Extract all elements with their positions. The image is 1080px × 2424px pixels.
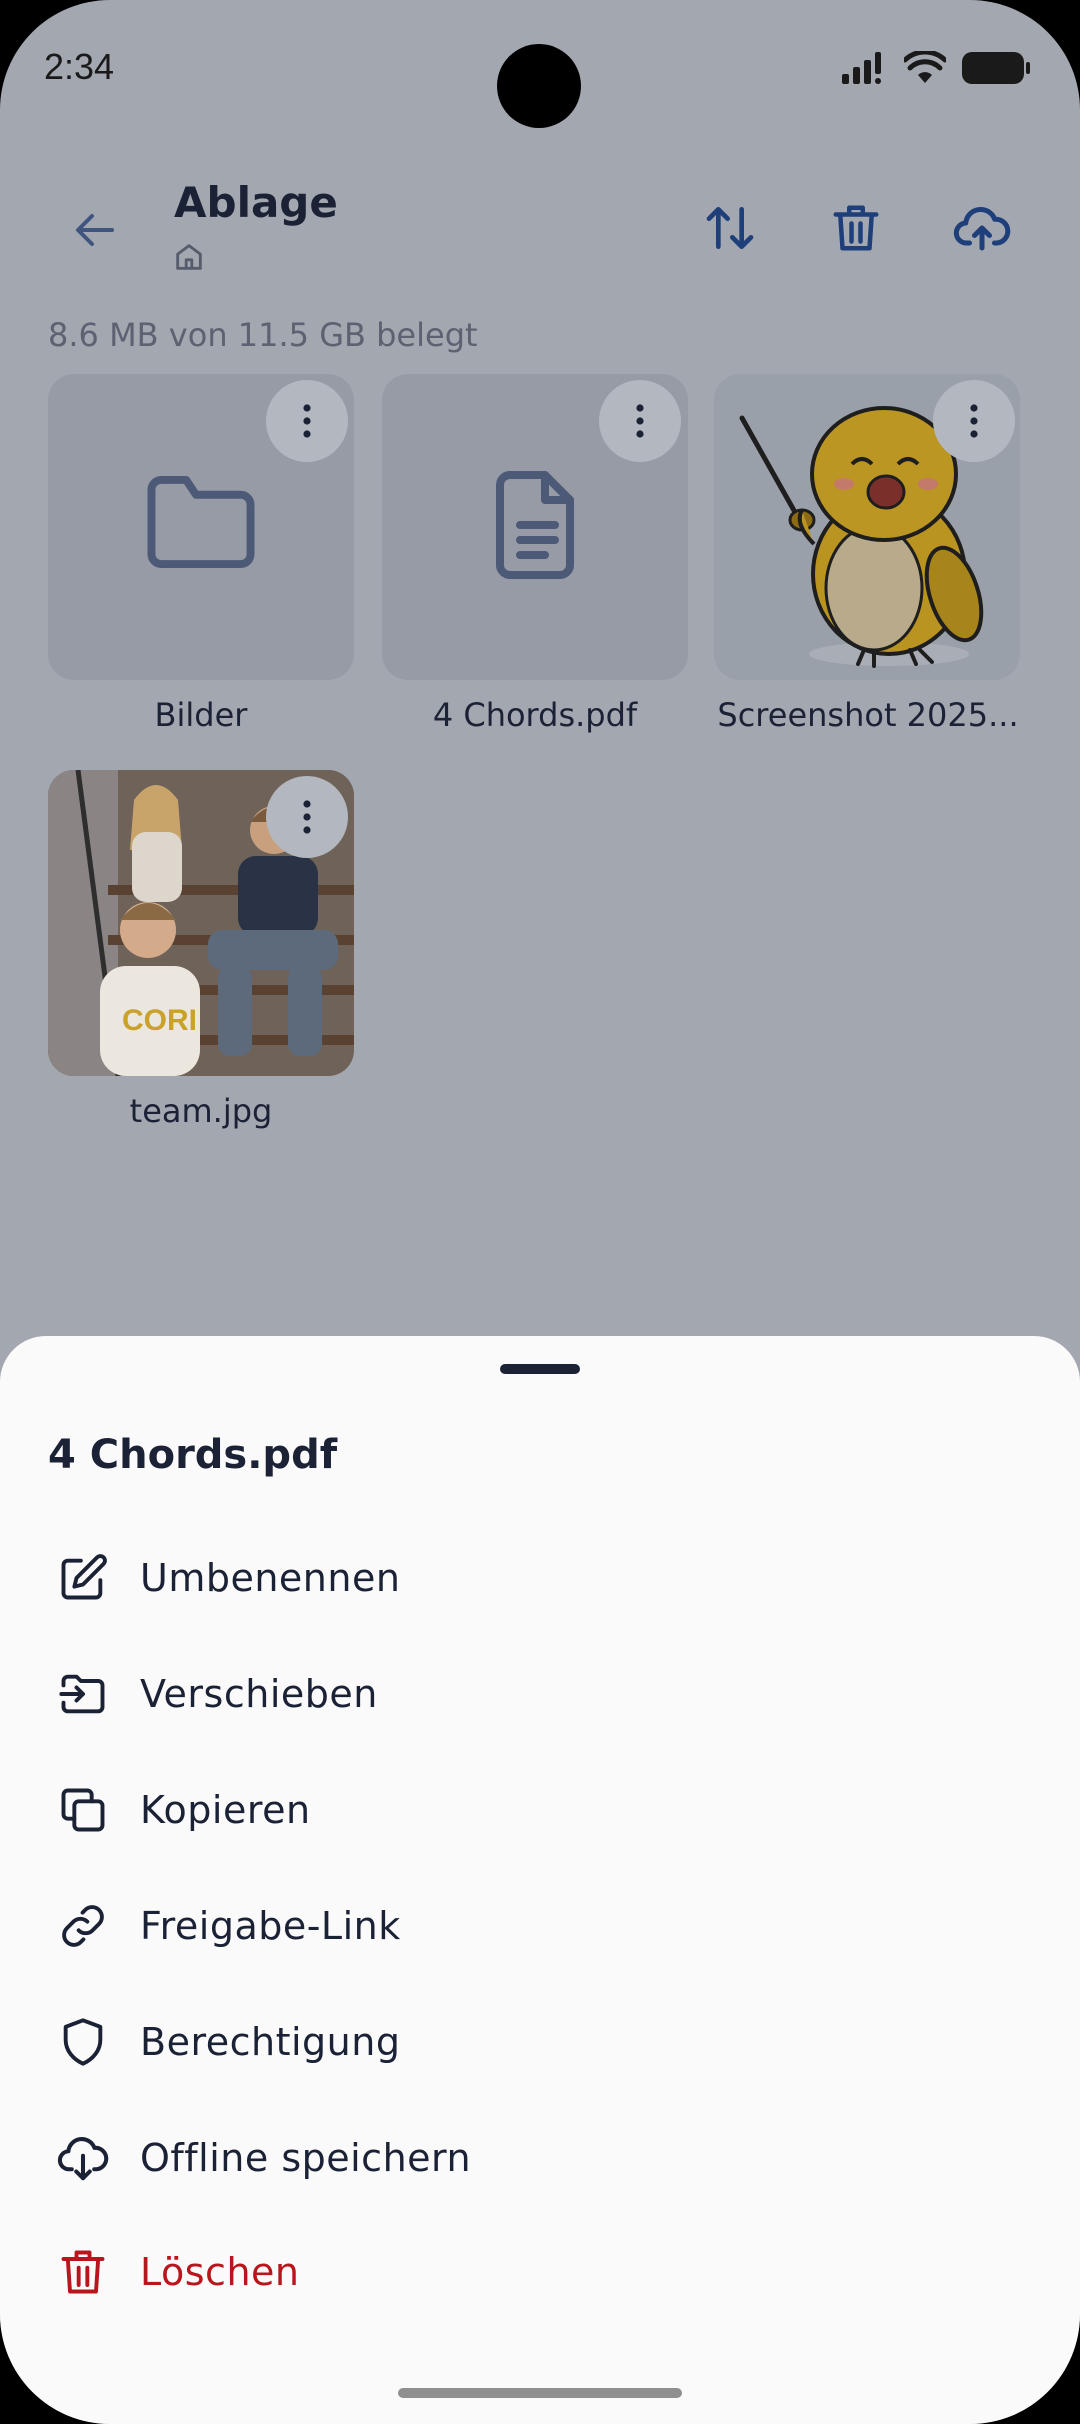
menu-item-offline[interactable]: Offline speichern	[0, 2100, 1080, 2216]
phone-screen: 2:34 Ablage 8.6 MB von 11.5 GB belegt Bi…	[0, 0, 1080, 2424]
more-vertical-icon	[303, 800, 311, 834]
battery-icon	[962, 52, 1030, 84]
menu-item-label: Freigabe-Link	[140, 1904, 401, 1948]
menu-item-label: Verschieben	[140, 1672, 378, 1716]
storage-usage: 8.6 MB von 11.5 GB belegt	[48, 316, 478, 354]
trash-icon	[56, 2245, 110, 2299]
document-icon	[496, 471, 574, 579]
status-icons	[840, 50, 1032, 86]
shield-icon	[56, 2015, 110, 2069]
sort-button[interactable]	[690, 188, 770, 268]
arrow-left-icon	[76, 214, 114, 246]
upload-button[interactable]	[942, 188, 1022, 268]
back-button[interactable]	[62, 196, 130, 264]
status-time: 2:34	[44, 46, 115, 87]
more-options-button[interactable]	[266, 776, 348, 858]
folder-icon	[147, 475, 255, 569]
home-icon	[176, 244, 202, 270]
link-icon	[56, 1899, 110, 1953]
menu-item-label: Kopieren	[140, 1788, 311, 1832]
page-title: Ablage	[174, 178, 338, 227]
wifi-icon	[904, 51, 946, 83]
menu-item-label: Umbenennen	[140, 1556, 401, 1600]
move-icon	[56, 1667, 110, 1721]
menu-item-share-link[interactable]: Freigabe-Link	[0, 1868, 1080, 1984]
more-options-button[interactable]	[933, 380, 1015, 462]
svg-text:CORI: CORI	[122, 1004, 197, 1037]
camera-cutout	[497, 44, 581, 128]
signal-icon	[842, 52, 881, 84]
sheet-title: 4 Chords.pdf	[48, 1432, 338, 1478]
menu-item-label: Löschen	[140, 2250, 300, 2294]
cloud-upload-icon	[953, 206, 1011, 251]
edit-icon	[56, 1551, 110, 1605]
more-vertical-icon	[970, 404, 978, 438]
trash-icon	[833, 205, 879, 251]
menu-item-permissions[interactable]: Berechtigung	[0, 1984, 1080, 2100]
menu-item-delete[interactable]: Löschen	[0, 2214, 1080, 2330]
file-name: team.jpg	[129, 1092, 273, 1130]
file-name: Screenshot 2025...	[717, 696, 1019, 734]
more-options-button[interactable]	[266, 380, 348, 462]
more-vertical-icon	[303, 404, 311, 438]
sort-arrows-icon	[706, 207, 754, 250]
more-vertical-icon	[636, 404, 644, 438]
menu-item-rename[interactable]: Umbenennen	[0, 1520, 1080, 1636]
sheet-drag-handle[interactable]	[500, 1364, 580, 1374]
file-name: Bilder	[154, 696, 248, 734]
menu-item-move[interactable]: Verschieben	[0, 1636, 1080, 1752]
file-name: 4 Chords.pdf	[432, 696, 638, 734]
menu-item-label: Berechtigung	[140, 2020, 401, 2064]
menu-item-copy[interactable]: Kopieren	[0, 1752, 1080, 1868]
cloud-download-icon	[56, 2131, 110, 2185]
copy-icon	[56, 1783, 110, 1837]
home-indicator[interactable]	[398, 2388, 682, 2398]
more-options-button[interactable]	[599, 380, 681, 462]
delete-button[interactable]	[816, 188, 896, 268]
breadcrumb-home[interactable]	[172, 240, 206, 278]
menu-item-label: Offline speichern	[140, 2136, 472, 2180]
